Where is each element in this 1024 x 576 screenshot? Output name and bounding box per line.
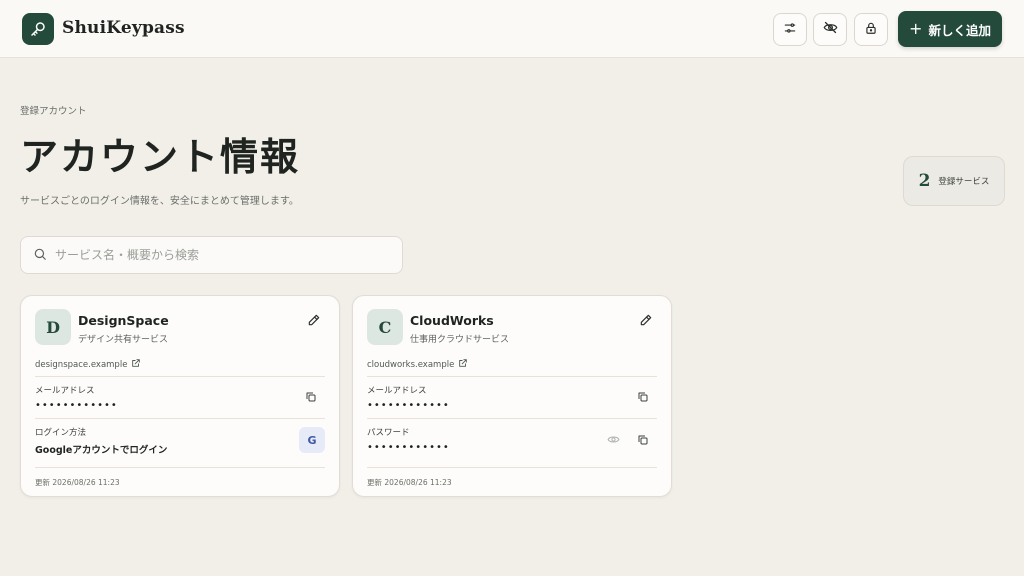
- service-description: 仕事用クラウドサービス: [410, 335, 510, 345]
- email-label: メールアドレス: [367, 386, 427, 396]
- email-label: メールアドレス: [35, 386, 95, 396]
- service-name: DesignSpace: [78, 313, 169, 328]
- service-url: cloudworks.example: [367, 359, 455, 370]
- updated-at: 更新 2026/08/26 11:23: [367, 478, 452, 487]
- copy-icon: [637, 431, 649, 450]
- app-name: ShuiKeypass: [62, 18, 185, 38]
- lock-button[interactable]: [854, 13, 888, 46]
- section-eyebrow: 登録アカウント: [20, 106, 87, 117]
- divider: [35, 376, 325, 377]
- eye-icon: [607, 431, 620, 450]
- password-label: パスワード: [367, 428, 410, 438]
- updated-at: 更新 2026/08/26 11:23: [35, 478, 120, 487]
- password-value: ••••••••••••: [367, 442, 450, 453]
- login-method-label: ログイン方法: [35, 428, 87, 438]
- pencil-icon: [639, 312, 653, 331]
- top-bar: ShuiKeypass + 新しく追加: [0, 0, 1024, 58]
- copy-icon: [305, 388, 317, 407]
- service-url: designspace.example: [35, 359, 128, 370]
- registered-services-stat: 2 登録サービス: [903, 156, 1005, 206]
- add-new-button[interactable]: + 新しく追加: [898, 11, 1002, 47]
- divider: [35, 467, 325, 468]
- email-value: ••••••••••••: [367, 400, 450, 411]
- service-name: CloudWorks: [410, 313, 494, 328]
- edit-button[interactable]: [305, 312, 323, 330]
- stat-count: 2: [918, 171, 931, 191]
- email-value: ••••••••••••: [35, 400, 118, 411]
- filter-button[interactable]: [773, 13, 807, 46]
- search-icon: [33, 246, 47, 265]
- copy-password-button[interactable]: [635, 432, 651, 448]
- key-icon: [22, 13, 54, 45]
- page-title: アカウント情報: [20, 134, 301, 179]
- external-link-icon: [458, 358, 468, 371]
- add-new-label: 新しく追加: [928, 22, 991, 38]
- pencil-icon: [307, 312, 321, 331]
- divider: [367, 467, 657, 468]
- eye-off-icon: [823, 20, 838, 39]
- service-url-link[interactable]: designspace.example: [35, 358, 141, 371]
- service-avatar: C: [367, 309, 403, 345]
- search-input[interactable]: [55, 248, 375, 262]
- account-card-designspace: D DesignSpace デザイン共有サービス designspace.exa…: [20, 295, 340, 497]
- sliders-icon: [783, 20, 797, 39]
- service-url-link[interactable]: cloudworks.example: [367, 358, 468, 371]
- edit-button[interactable]: [637, 312, 655, 330]
- copy-icon: [637, 388, 649, 407]
- service-description: デザイン共有サービス: [78, 335, 169, 345]
- search-box: [20, 236, 403, 274]
- google-badge: G: [299, 427, 325, 453]
- copy-email-button[interactable]: [303, 389, 319, 405]
- divider: [367, 418, 657, 419]
- divider: [35, 418, 325, 419]
- reveal-password-button[interactable]: [605, 432, 621, 448]
- plus-icon: +: [909, 19, 923, 38]
- login-method-value: Googleアカウントでログイン: [35, 445, 168, 456]
- page-subtitle: サービスごとのログイン情報を、安全にまとめて管理します。: [20, 196, 299, 207]
- account-card-cloudworks: C CloudWorks 仕事用クラウドサービス cloudworks.exam…: [352, 295, 672, 497]
- lock-icon: [864, 20, 878, 39]
- divider: [367, 376, 657, 377]
- stat-label: 登録サービス: [938, 177, 990, 187]
- external-link-icon: [131, 358, 141, 371]
- hide-values-button[interactable]: [813, 13, 847, 46]
- service-avatar: D: [35, 309, 71, 345]
- copy-email-button[interactable]: [635, 389, 651, 405]
